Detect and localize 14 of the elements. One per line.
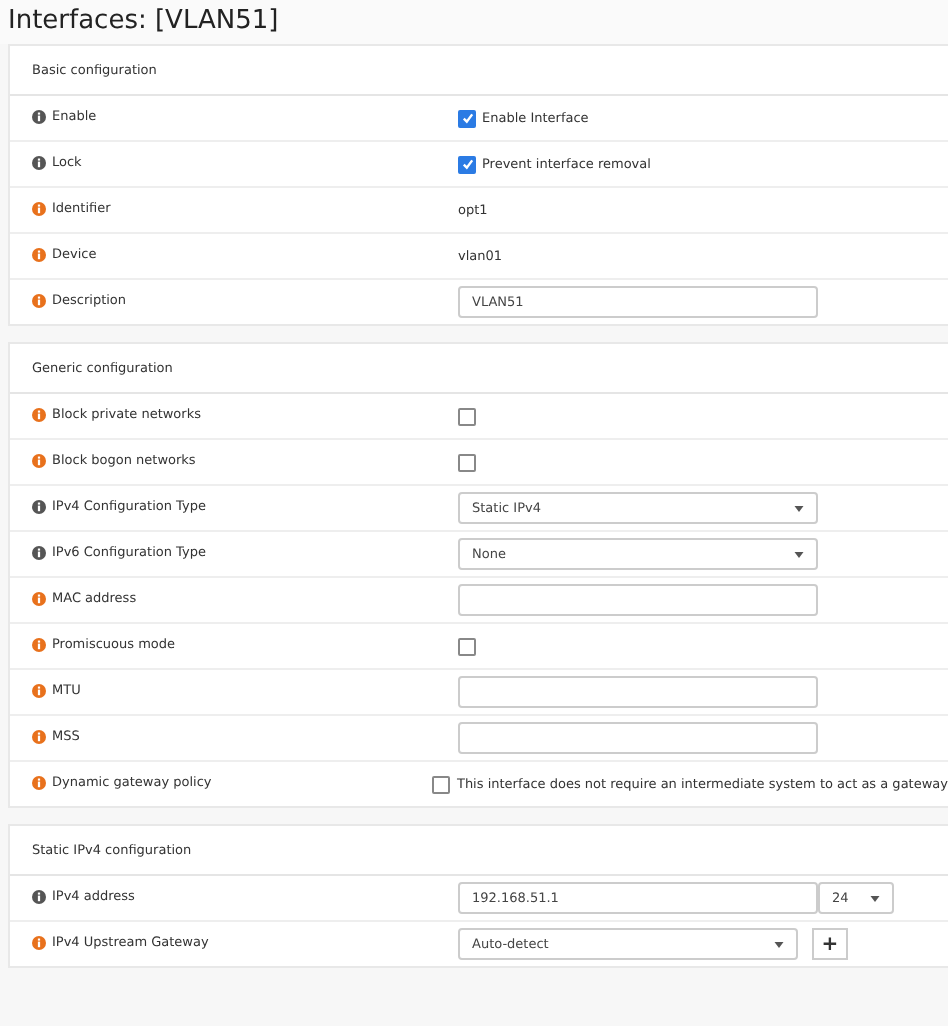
checkbox[interactable] <box>458 109 476 127</box>
checkbox[interactable] <box>458 637 476 655</box>
caret-icon <box>774 941 784 947</box>
text-field[interactable] <box>458 722 818 754</box>
add-button[interactable]: + <box>812 928 848 960</box>
checkbox[interactable] <box>458 453 476 471</box>
caret-icon <box>870 895 880 901</box>
checkbox[interactable] <box>458 407 476 425</box>
caret-icon <box>794 505 804 511</box>
text-field[interactable] <box>458 676 818 708</box>
checkbox[interactable] <box>458 155 476 173</box>
checkbox[interactable] <box>432 775 451 793</box>
caret-icon <box>794 551 804 557</box>
text-field[interactable] <box>458 584 818 616</box>
